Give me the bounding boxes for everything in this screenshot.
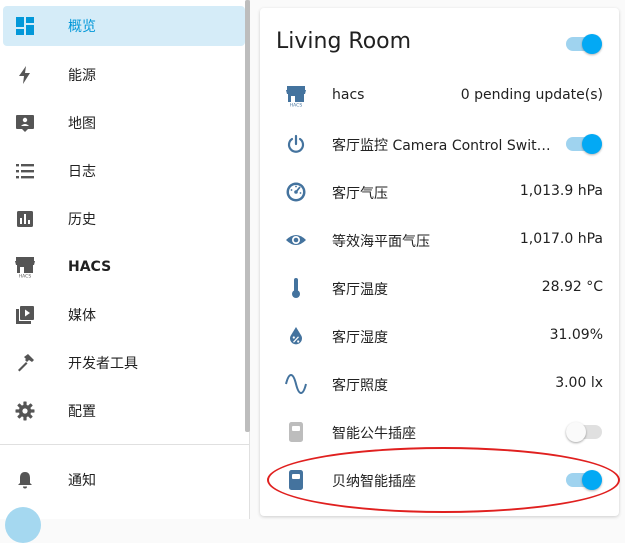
card-title: Living Room bbox=[276, 29, 412, 54]
sidebar-scrollbar[interactable] bbox=[245, 0, 250, 432]
sidebar-item-developer-tools[interactable]: 开发者工具 bbox=[0, 343, 246, 383]
entity-name: 客厅温度 bbox=[332, 282, 388, 298]
entity-state: 28.92 °C bbox=[541, 279, 603, 295]
sidebar-item-label: 能源 bbox=[68, 68, 96, 84]
entity-row-sea-level-pressure[interactable]: 等效海平面气压 1,017.0 hPa bbox=[260, 216, 619, 264]
gear-icon bbox=[13, 399, 37, 423]
entity-state: 3.00 lx bbox=[555, 375, 603, 391]
header-toggle[interactable] bbox=[566, 32, 602, 56]
sidebar-item-label: 开发者工具 bbox=[68, 356, 138, 372]
power-socket-icon bbox=[284, 420, 308, 444]
toggle-knob bbox=[566, 422, 586, 442]
entity-name: 贝纳智能插座 bbox=[332, 474, 416, 490]
water-percent-icon bbox=[284, 324, 308, 348]
entity-row-illuminance[interactable]: 客厅照度 3.00 lx bbox=[260, 360, 619, 408]
sidebar-item-energy[interactable]: 能源 bbox=[0, 55, 246, 95]
sidebar-item-hacs[interactable]: HACS HACS bbox=[0, 247, 246, 287]
media-icon bbox=[13, 303, 37, 327]
entity-row-temperature[interactable]: 客厅温度 28.92 °C bbox=[260, 264, 619, 312]
sidebar-item-configuration[interactable]: 配置 bbox=[0, 391, 246, 431]
history-chart-icon bbox=[13, 207, 37, 231]
entity-row-pressure[interactable]: 客厅气压 1,013.9 hPa bbox=[260, 168, 619, 216]
entity-state: 1,017.0 hPa bbox=[519, 231, 603, 247]
entity-toggle[interactable] bbox=[566, 420, 602, 444]
entity-name: 客厅监控 Camera Control Switch ... bbox=[332, 138, 552, 154]
eye-icon bbox=[284, 228, 308, 252]
sine-wave-icon bbox=[284, 372, 308, 396]
sidebar-item-map[interactable]: 地图 bbox=[0, 103, 246, 143]
map-icon bbox=[13, 111, 37, 135]
toggle-knob bbox=[582, 134, 602, 154]
entity-toggle[interactable] bbox=[566, 132, 602, 156]
entity-state: 1,013.9 hPa bbox=[519, 183, 603, 199]
toggle-knob bbox=[582, 34, 602, 54]
entity-row-beina-smart-socket[interactable]: 贝纳智能插座 bbox=[260, 456, 619, 504]
sidebar: 概览 能源 地图 日志 历史 HACS HACS 媒体 开发者工具 配置 通知 bbox=[0, 0, 250, 543]
entity-name: 客厅气压 bbox=[332, 186, 388, 202]
entity-row-hacs[interactable]: HACS hacs 0 pending update(s) bbox=[260, 72, 619, 120]
entity-name: 客厅湿度 bbox=[332, 330, 388, 346]
entity-name: 客厅照度 bbox=[332, 378, 388, 394]
lightning-icon bbox=[13, 63, 37, 87]
entity-row-humidity[interactable]: 客厅湿度 31.09% bbox=[260, 312, 619, 360]
sidebar-item-label: 概览 bbox=[68, 19, 96, 35]
thermometer-icon bbox=[284, 276, 308, 300]
sidebar-item-logbook[interactable]: 日志 bbox=[0, 151, 246, 191]
sidebar-item-overview[interactable]: 概览 bbox=[3, 6, 245, 46]
sidebar-item-label: 通知 bbox=[68, 473, 96, 489]
bell-icon bbox=[13, 468, 37, 492]
entity-row-camera-control-switch[interactable]: 客厅监控 Camera Control Switch ... bbox=[260, 120, 619, 168]
entity-state: 31.09% bbox=[549, 327, 603, 343]
toggle-knob bbox=[582, 470, 602, 490]
power-socket-icon bbox=[284, 468, 308, 492]
sidebar-item-media[interactable]: 媒体 bbox=[0, 295, 246, 335]
gauge-icon bbox=[284, 180, 308, 204]
sidebar-divider bbox=[0, 444, 249, 445]
hammer-icon bbox=[13, 351, 37, 375]
power-icon bbox=[284, 132, 308, 156]
avatar[interactable] bbox=[5, 507, 41, 543]
entity-name: 智能公牛插座 bbox=[332, 426, 416, 442]
hacs-store-icon: HACS bbox=[13, 255, 37, 279]
sidebar-item-notifications[interactable]: 通知 bbox=[0, 460, 246, 500]
sidebar-item-label: 日志 bbox=[68, 164, 96, 180]
svg-text:HACS: HACS bbox=[19, 274, 32, 279]
entities-card: Living Room HACS hacs 0 pending update(s… bbox=[260, 8, 619, 516]
sidebar-item-label: 配置 bbox=[68, 404, 96, 420]
dashboard-icon bbox=[13, 14, 37, 38]
logbook-icon bbox=[13, 159, 37, 183]
entity-toggle[interactable] bbox=[566, 468, 602, 492]
svg-text:HACS: HACS bbox=[290, 103, 303, 108]
sidebar-item-history[interactable]: 历史 bbox=[0, 199, 246, 239]
sidebar-item-label: 地图 bbox=[68, 116, 96, 132]
entity-state: 0 pending update(s) bbox=[460, 87, 603, 103]
sidebar-item-label: 媒体 bbox=[68, 308, 96, 324]
entity-row-bull-smart-socket[interactable]: 智能公牛插座 bbox=[260, 408, 619, 456]
sidebar-item-label: HACS bbox=[68, 259, 112, 275]
entity-name: 等效海平面气压 bbox=[332, 234, 430, 250]
hacs-store-icon: HACS bbox=[284, 84, 308, 108]
entity-name: hacs bbox=[332, 87, 365, 103]
sidebar-item-label: 历史 bbox=[68, 212, 96, 228]
